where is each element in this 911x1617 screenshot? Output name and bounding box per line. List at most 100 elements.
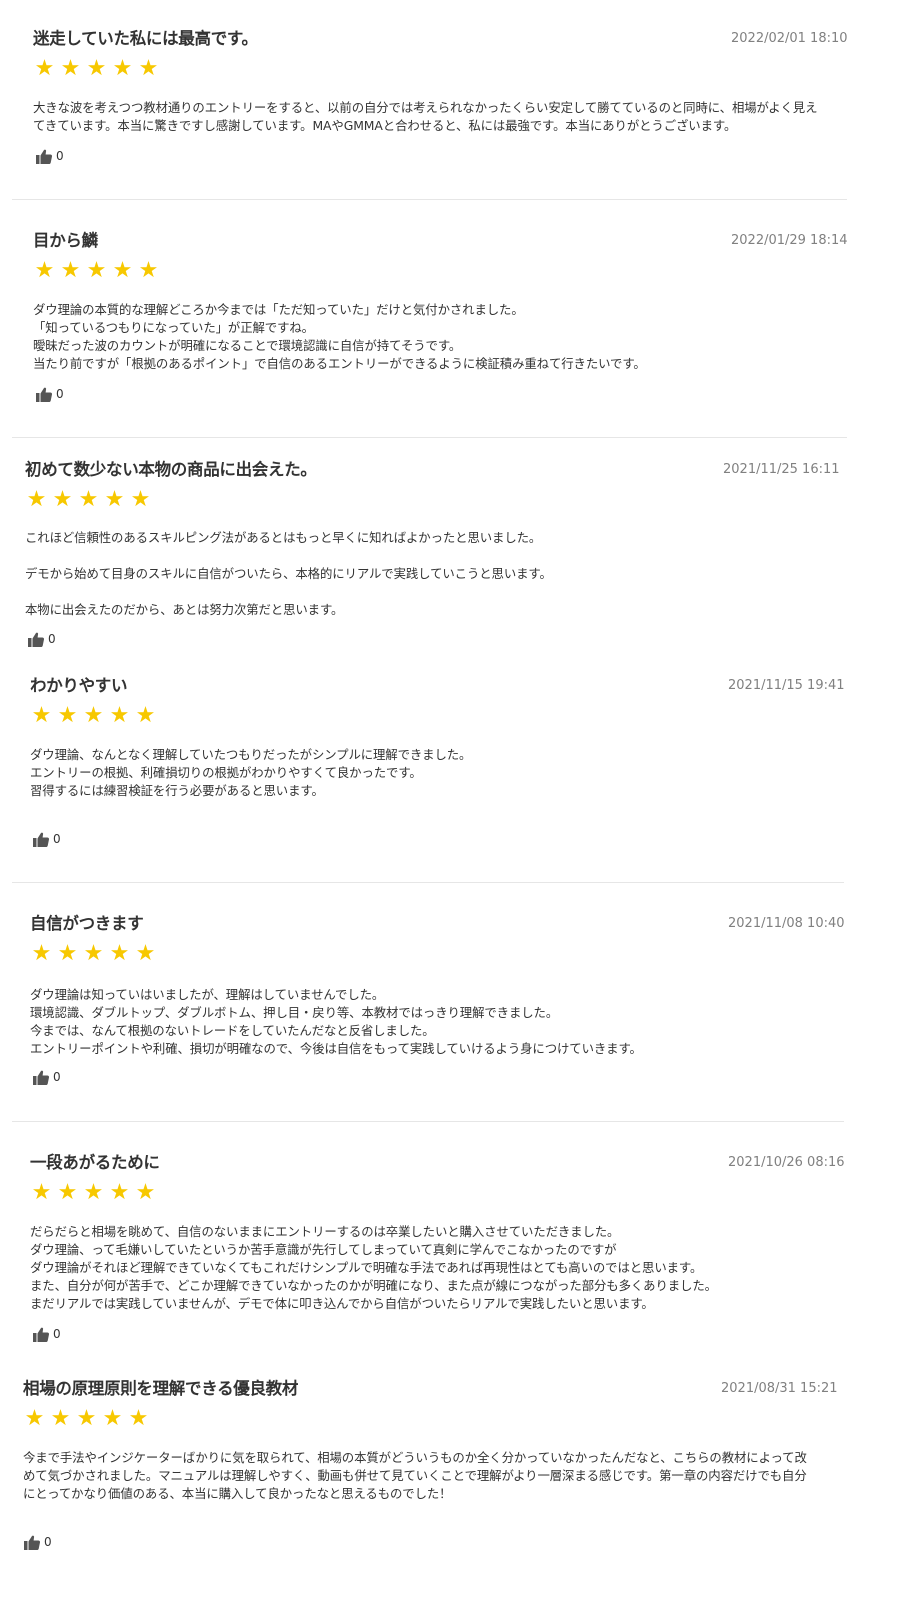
review-date: 2021/11/08 10:40	[728, 916, 845, 931]
thumbs-up-icon	[36, 149, 52, 164]
review-date: 2021/08/31 15:21	[721, 1381, 838, 1396]
star-icon: ★	[135, 941, 156, 966]
review-body-line: ダウ理論は知っていはいましたが、理解はしていませんでした。	[30, 987, 385, 1002]
review-body-line: また、自分が何が苦手で、どこか理解できていなかったのかが明確になり、また点が線に…	[30, 1278, 717, 1293]
review-body: ダウ理論は知っていはいましたが、理解はしていませんでした。 環境認識、ダブルトッ…	[30, 986, 642, 1058]
thumbs-up-icon	[33, 832, 49, 847]
review-body-line: てきています。本当に驚きですし感謝しています。MAやGMMAと合わせると、私には…	[33, 118, 737, 133]
star-icon: ★	[109, 1180, 130, 1205]
review-body-line: エントリーポイントや利確、損切が明確なので、今後は自信をもって実践していけるよう…	[30, 1041, 642, 1056]
star-icon: ★	[34, 258, 55, 283]
review-body: 大きな波を考えつつ教材通りのエントリーをすると、以前の自分では考えられなかったく…	[33, 99, 817, 135]
star-icon: ★	[78, 487, 99, 512]
star-icon: ★	[26, 487, 47, 512]
star-icon: ★	[60, 56, 81, 81]
star-icon: ★	[83, 1180, 104, 1205]
review-body-line: エントリーの根拠、利確損切りの根拠がわかりやすくて良かったです。	[30, 765, 422, 780]
star-icon: ★	[24, 1406, 45, 1431]
review-body: 今まで手法やインジケーターばかりに気を取られて、相場の本質がどういうものか全く分…	[23, 1449, 807, 1503]
review-title: 目から鱗	[33, 231, 98, 250]
like-count: 0	[44, 1535, 52, 1549]
review-divider	[12, 437, 847, 438]
star-icon: ★	[31, 941, 52, 966]
like-count: 0	[53, 1327, 61, 1341]
review-body-line: 大きな波を考えつつ教材通りのエントリーをすると、以前の自分では考えられなかったく…	[33, 100, 818, 115]
star-icon: ★	[109, 703, 130, 728]
star-icon: ★	[52, 487, 73, 512]
review-body-line: 当たり前ですが「根拠のあるポイント」で自信のあるエントリーができるように検証積み…	[33, 356, 646, 371]
star-rating: ★ ★ ★ ★ ★	[30, 704, 157, 728]
star-icon: ★	[83, 703, 104, 728]
star-rating: ★ ★ ★ ★ ★	[25, 488, 152, 512]
thumbs-up-icon	[24, 1535, 40, 1550]
star-icon: ★	[109, 941, 130, 966]
star-icon: ★	[57, 703, 78, 728]
review-date: 2021/11/15 19:41	[728, 678, 845, 693]
review-title: 相場の原理原則を理解できる優良教材	[23, 1379, 299, 1398]
star-icon: ★	[34, 56, 55, 81]
review-body-line: めて気づかされました。マニュアルは理解しやすく、動画も併せて見ていくことで理解が…	[23, 1468, 807, 1483]
thumbs-up-icon	[36, 387, 52, 402]
review-title: 初めて数少ない本物の商品に出会えた。	[25, 460, 317, 479]
review-title: わかりやすい	[30, 676, 128, 695]
review-title: 一段あがるために	[30, 1153, 160, 1172]
review-card: 一段あがるために 2021/10/26 08:16 ★ ★ ★ ★ ★ だらだら…	[30, 1152, 845, 1352]
like-count: 0	[48, 632, 56, 646]
star-icon: ★	[86, 56, 107, 81]
review-body-line: これほど信頼性のあるスキルピング法があるとはもっと早くに知ればよかったと思いまし…	[25, 530, 542, 545]
review-body-line: ダウ理論、って毛嫌いしていたというか苦手意識が先行してしまっていて真剣に学んでこ…	[30, 1242, 617, 1257]
review-body-line: 今まで手法やインジケーターばかりに気を取られて、相場の本質がどういうものか全く分…	[23, 1450, 807, 1465]
review-body-line: ダウ理論の本質的な理解どころか今までは「ただ知っていた」だけと気付かされました。	[33, 302, 524, 317]
star-icon: ★	[57, 941, 78, 966]
star-rating: ★ ★ ★ ★ ★	[30, 1181, 157, 1205]
star-icon: ★	[60, 258, 81, 283]
star-icon: ★	[135, 1180, 156, 1205]
like-button[interactable]: 0	[28, 632, 56, 647]
star-icon: ★	[130, 487, 151, 512]
star-icon: ★	[31, 1180, 52, 1205]
like-button[interactable]: 0	[36, 149, 64, 164]
review-date: 2021/11/25 16:11	[723, 462, 840, 477]
like-button[interactable]: 0	[33, 832, 61, 847]
star-icon: ★	[83, 941, 104, 966]
star-icon: ★	[138, 56, 159, 81]
star-rating: ★ ★ ★ ★ ★	[30, 942, 157, 966]
like-button[interactable]: 0	[33, 1327, 61, 1342]
review-title: 自信がつきます	[30, 914, 144, 933]
review-body-spacer	[25, 583, 552, 601]
review-body-line: 「知っているつもりになっていた」が正解ですね。	[33, 320, 314, 335]
review-body-line: 曖昧だった波のカウントが明確になることで環境認識に自信が持てそうです。	[33, 338, 462, 353]
review-body-line: ダウ理論がそれほど理解できていなくてもこれだけシンプルで明確な手法であれば再現性…	[30, 1260, 703, 1275]
like-count: 0	[56, 387, 64, 401]
star-icon: ★	[135, 703, 156, 728]
review-body-line: 今までは、なんて根拠のないトレードをしていたんだなと反省しました。	[30, 1023, 435, 1038]
star-icon: ★	[76, 1406, 97, 1431]
review-card: 迷走していた私には最高です。 2022/02/01 18:10 ★ ★ ★ ★ …	[33, 28, 848, 178]
like-button[interactable]: 0	[33, 1070, 61, 1085]
thumbs-up-icon	[33, 1070, 49, 1085]
thumbs-up-icon	[28, 632, 44, 647]
review-body-line: 本物に出会えたのだから、あとは努力次第だと思います。	[25, 602, 344, 617]
like-count: 0	[56, 149, 64, 163]
review-body-line: だらだらと相場を眺めて、自信のないままにエントリーするのは卒業したいと購入させて…	[30, 1224, 620, 1239]
review-date: 2021/10/26 08:16	[728, 1155, 845, 1170]
like-button[interactable]: 0	[36, 387, 64, 402]
star-icon: ★	[138, 258, 159, 283]
review-divider	[12, 882, 844, 883]
star-rating: ★ ★ ★ ★ ★	[33, 57, 160, 81]
review-divider	[12, 199, 847, 200]
star-rating: ★ ★ ★ ★ ★	[23, 1407, 150, 1431]
review-card: 相場の原理原則を理解できる優良教材 2021/08/31 15:21 ★ ★ ★…	[23, 1378, 841, 1608]
star-icon: ★	[57, 1180, 78, 1205]
like-count: 0	[53, 832, 61, 846]
like-count: 0	[53, 1070, 61, 1084]
review-body-spacer	[25, 547, 552, 565]
review-body-line: 環境認識、ダブルトップ、ダブルボトム、押し目・戻り等、本教材ではっきり理解できま…	[30, 1005, 559, 1020]
review-body-line: にとってかなり価値のある、本当に購入して良かったなと思えるものでした！	[23, 1486, 452, 1501]
review-body: だらだらと相場を眺めて、自信のないままにエントリーするのは卒業したいと購入させて…	[30, 1223, 717, 1313]
thumbs-up-icon	[33, 1327, 49, 1342]
review-date: 2022/02/01 18:10	[731, 31, 848, 46]
like-button[interactable]: 0	[24, 1535, 52, 1550]
star-icon: ★	[112, 56, 133, 81]
review-body-line: ダウ理論、なんとなく理解していたつもりだったがシンプルに理解できました。	[30, 747, 472, 762]
